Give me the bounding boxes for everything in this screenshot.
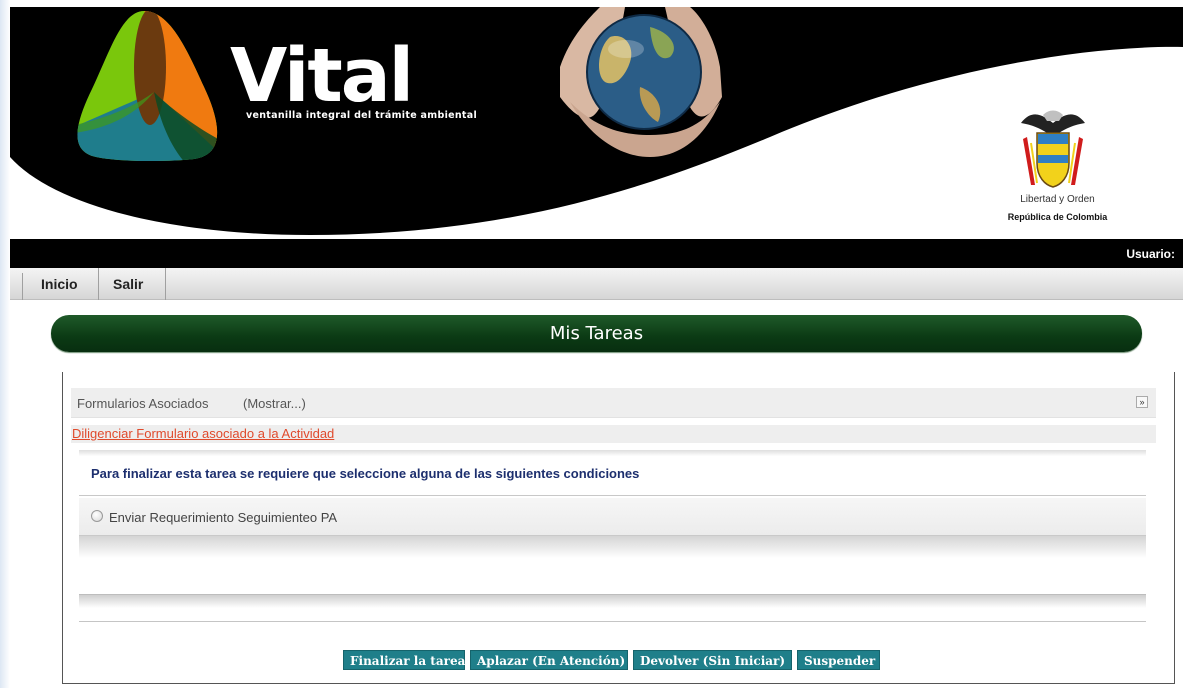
finalize-task-button[interactable]: Finalizar la tarea [343,650,465,670]
postpone-task-button[interactable]: Aplazar (En Atención) [470,650,628,670]
nav-separator [22,273,23,300]
horizontal-rule [79,621,1146,622]
main-nav: Inicio Salir [10,268,1183,300]
show-forms-toggle[interactable]: (Mostrar...) [243,396,306,411]
fill-associated-form-link[interactable]: Diligenciar Formulario asociado a la Act… [72,426,334,441]
user-bar: Usuario: [10,239,1183,268]
crest-country: República de Colombia [1007,212,1108,222]
crest-motto: Libertad y Orden [1020,194,1095,205]
nav-item-salir[interactable]: Salir [99,268,166,300]
vital-logo-icon [77,11,218,162]
double-chevron-down-icon[interactable]: » [1136,396,1148,408]
associated-forms-header: Formularios Asociados (Mostrar...) » [71,388,1156,418]
page-title-banner: Mis Tareas [51,315,1142,352]
page-title: Mis Tareas [549,323,644,344]
window-left-border [0,0,10,688]
condition-radio[interactable] [91,510,103,522]
brand-subtitle: ventanilla integral del trámite ambienta… [246,110,478,121]
return-task-button[interactable]: Devolver (Sin Iniciar) [633,650,792,670]
colombia-coat-of-arms-icon [1021,110,1085,188]
suspend-task-button[interactable]: Suspender [797,650,880,670]
form-link-row: Diligenciar Formulario asociado a la Act… [71,425,1156,443]
section-divider [79,594,1146,608]
site-header: Vital ventanilla integral del trámite am… [10,7,1183,239]
action-buttons: Finalizar la tarea Aplazar (En Atención)… [343,650,880,670]
condition-option-label[interactable]: Enviar Requerimiento Seguimienteo PA [109,510,337,525]
associated-forms-title: Formularios Asociados [77,396,209,411]
brand-title: Vital [230,33,414,119]
nav-item-inicio[interactable]: Inicio [27,268,99,300]
section-divider [79,536,1146,558]
globe-in-hands-icon [560,7,722,157]
conditions-instruction: Para finalizar esta tarea se requiere qu… [91,466,640,481]
conditions-instruction-box: Para finalizar esta tarea se requiere qu… [79,450,1146,496]
condition-option-row[interactable]: Enviar Requerimiento Seguimienteo PA [79,498,1146,536]
user-label: Usuario: [1126,247,1175,261]
